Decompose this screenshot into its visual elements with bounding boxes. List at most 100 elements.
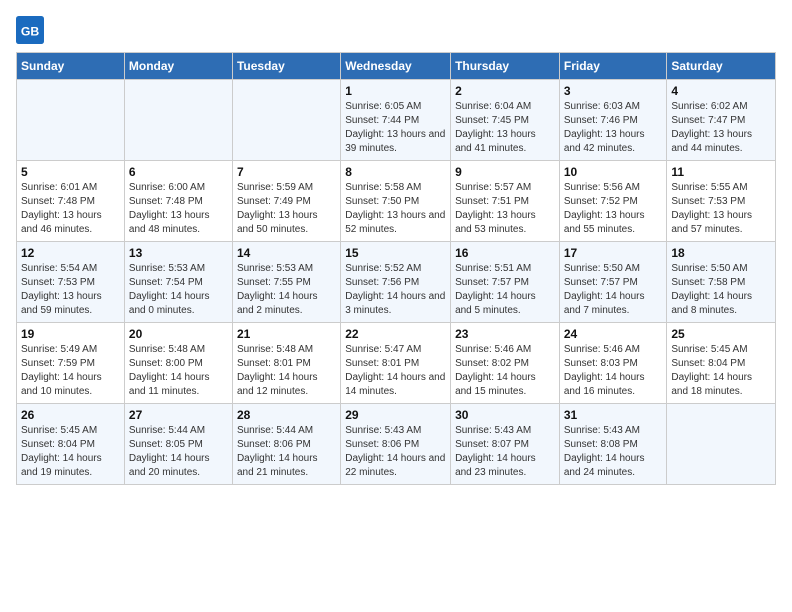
day-number: 20	[129, 327, 228, 341]
day-info: Sunrise: 6:04 AMSunset: 7:45 PMDaylight:…	[455, 100, 555, 156]
day-info: Sunrise: 5:43 AMSunset: 8:07 PMDaylight:…	[455, 424, 555, 480]
day-number: 12	[21, 246, 120, 260]
day-number: 2	[455, 84, 555, 98]
calendar-header: SundayMondayTuesdayWednesdayThursdayFrid…	[17, 53, 776, 80]
day-number: 4	[671, 84, 771, 98]
day-number: 1	[345, 84, 446, 98]
calendar-cell: 31Sunrise: 5:43 AMSunset: 8:08 PMDayligh…	[559, 404, 667, 485]
day-info: Sunrise: 5:59 AMSunset: 7:49 PMDaylight:…	[237, 181, 336, 237]
day-number: 7	[237, 165, 336, 179]
calendar-cell: 25 Sunrise: 5:45 AMSunset: 8:04 PMDayligh…	[667, 323, 776, 404]
day-number: 6	[129, 165, 228, 179]
day-number: 29	[345, 408, 446, 422]
calendar-cell: 29 Sunrise: 5:43 AMSunset: 8:06 PMDayligh…	[341, 404, 451, 485]
calendar-cell: 11 Sunrise: 5:55 AMSunset: 7:53 PMDayligh…	[667, 161, 776, 242]
calendar-cell: 3 Sunrise: 6:03 AMSunset: 7:46 PMDaylight…	[559, 80, 667, 161]
day-info: Sunrise: 5:52 AMSunset: 7:56 PMDaylight:…	[345, 262, 446, 318]
day-info: Sunrise: 6:02 AMSunset: 7:47 PMDaylight:…	[671, 100, 771, 156]
calendar-cell	[667, 404, 776, 485]
day-number: 17	[564, 246, 663, 260]
day-info: Sunrise: 5:55 AMSunset: 7:53 PMDaylight:…	[671, 181, 771, 237]
day-info: Sunrise: 5:48 AMSunset: 8:01 PMDaylight:…	[237, 343, 336, 399]
calendar-cell: 14 Sunrise: 5:53 AMSunset: 7:55 PMDayligh…	[232, 242, 340, 323]
day-info: Sunrise: 5:50 AMSunset: 7:58 PMDaylight:…	[671, 262, 771, 318]
calendar-week-row: 19 Sunrise: 5:49 AMSunset: 7:59 PMDayligh…	[17, 323, 776, 404]
day-info: Sunrise: 6:00 AMSunset: 7:48 PMDaylight:…	[129, 181, 228, 237]
calendar-cell: 30 Sunrise: 5:43 AMSunset: 8:07 PMDayligh…	[451, 404, 560, 485]
weekday-header: Wednesday	[341, 53, 451, 80]
day-info: Sunrise: 5:44 AMSunset: 8:05 PMDaylight:…	[129, 424, 228, 480]
calendar-cell	[17, 80, 125, 161]
calendar-cell	[124, 80, 232, 161]
day-info: Sunrise: 5:57 AMSunset: 7:51 PMDaylight:…	[455, 181, 555, 237]
weekday-header: Thursday	[451, 53, 560, 80]
day-number: 13	[129, 246, 228, 260]
day-number: 16	[455, 246, 555, 260]
calendar-body: 1 Sunrise: 6:05 AMSunset: 7:44 PMDaylight…	[17, 80, 776, 485]
logo: GB	[16, 16, 48, 44]
svg-text:GB: GB	[21, 24, 40, 38]
day-number: 11	[671, 165, 771, 179]
day-info: Sunrise: 6:01 AMSunset: 7:48 PMDaylight:…	[21, 181, 120, 237]
day-info: Sunrise: 5:58 AMSunset: 7:50 PMDaylight:…	[345, 181, 446, 237]
day-info: Sunrise: 5:43 AMSunset: 8:06 PMDaylight:…	[345, 424, 446, 480]
calendar-week-row: 1 Sunrise: 6:05 AMSunset: 7:44 PMDaylight…	[17, 80, 776, 161]
day-info: Sunrise: 5:44 AMSunset: 8:06 PMDaylight:…	[237, 424, 336, 480]
calendar-week-row: 5 Sunrise: 6:01 AMSunset: 7:48 PMDaylight…	[17, 161, 776, 242]
day-number: 23	[455, 327, 555, 341]
calendar-cell: 1 Sunrise: 6:05 AMSunset: 7:44 PMDaylight…	[341, 80, 451, 161]
day-number: 30	[455, 408, 555, 422]
calendar-cell: 15Sunrise: 5:52 AMSunset: 7:56 PMDayligh…	[341, 242, 451, 323]
page-header: GB	[16, 16, 776, 44]
day-number: 9	[455, 165, 555, 179]
day-info: Sunrise: 6:03 AMSunset: 7:46 PMDaylight:…	[564, 100, 663, 156]
calendar-cell: 23Sunrise: 5:46 AMSunset: 8:02 PMDayligh…	[451, 323, 560, 404]
day-number: 22	[345, 327, 446, 341]
calendar-cell: 13 Sunrise: 5:53 AMSunset: 7:54 PMDayligh…	[124, 242, 232, 323]
weekday-row: SundayMondayTuesdayWednesdayThursdayFrid…	[17, 53, 776, 80]
calendar-cell: 24Sunrise: 5:46 AMSunset: 8:03 PMDayligh…	[559, 323, 667, 404]
weekday-header: Saturday	[667, 53, 776, 80]
calendar-cell: 4 Sunrise: 6:02 AMSunset: 7:47 PMDaylight…	[667, 80, 776, 161]
calendar-cell: 17 Sunrise: 5:50 AMSunset: 7:57 PMDayligh…	[559, 242, 667, 323]
weekday-header: Friday	[559, 53, 667, 80]
weekday-header: Monday	[124, 53, 232, 80]
calendar-cell: 19 Sunrise: 5:49 AMSunset: 7:59 PMDayligh…	[17, 323, 125, 404]
day-number: 18	[671, 246, 771, 260]
weekday-header: Tuesday	[232, 53, 340, 80]
calendar-cell: 12 Sunrise: 5:54 AMSunset: 7:53 PMDayligh…	[17, 242, 125, 323]
day-info: Sunrise: 5:45 AMSunset: 8:04 PMDaylight:…	[671, 343, 771, 399]
day-info: Sunrise: 5:56 AMSunset: 7:52 PMDaylight:…	[564, 181, 663, 237]
calendar-cell: 6 Sunrise: 6:00 AMSunset: 7:48 PMDaylight…	[124, 161, 232, 242]
day-number: 27	[129, 408, 228, 422]
day-number: 3	[564, 84, 663, 98]
day-number: 5	[21, 165, 120, 179]
calendar-cell: 16Sunrise: 5:51 AMSunset: 7:57 PMDayligh…	[451, 242, 560, 323]
calendar-week-row: 26Sunrise: 5:45 AMSunset: 8:04 PMDayligh…	[17, 404, 776, 485]
day-number: 14	[237, 246, 336, 260]
calendar-cell: 28 Sunrise: 5:44 AMSunset: 8:06 PMDayligh…	[232, 404, 340, 485]
calendar-cell: 10 Sunrise: 5:56 AMSunset: 7:52 PMDayligh…	[559, 161, 667, 242]
logo-icon: GB	[16, 16, 44, 44]
day-info: Sunrise: 5:53 AMSunset: 7:54 PMDaylight:…	[129, 262, 228, 318]
calendar-cell: 7 Sunrise: 5:59 AMSunset: 7:49 PMDaylight…	[232, 161, 340, 242]
day-number: 24	[564, 327, 663, 341]
calendar-cell: 18 Sunrise: 5:50 AMSunset: 7:58 PMDayligh…	[667, 242, 776, 323]
day-info: Sunrise: 5:50 AMSunset: 7:57 PMDaylight:…	[564, 262, 663, 318]
day-number: 25	[671, 327, 771, 341]
day-info: Sunrise: 6:05 AMSunset: 7:44 PMDaylight:…	[345, 100, 446, 156]
day-info: Sunrise: 5:54 AMSunset: 7:53 PMDaylight:…	[21, 262, 120, 318]
day-number: 31	[564, 408, 663, 422]
day-info: Sunrise: 5:49 AMSunset: 7:59 PMDaylight:…	[21, 343, 120, 399]
weekday-header: Sunday	[17, 53, 125, 80]
day-number: 19	[21, 327, 120, 341]
day-number: 28	[237, 408, 336, 422]
day-number: 10	[564, 165, 663, 179]
calendar-cell: 22Sunrise: 5:47 AMSunset: 8:01 PMDayligh…	[341, 323, 451, 404]
calendar-week-row: 12 Sunrise: 5:54 AMSunset: 7:53 PMDayligh…	[17, 242, 776, 323]
day-info: Sunrise: 5:53 AMSunset: 7:55 PMDaylight:…	[237, 262, 336, 318]
calendar-cell: 5 Sunrise: 6:01 AMSunset: 7:48 PMDaylight…	[17, 161, 125, 242]
calendar-cell: 20Sunrise: 5:48 AMSunset: 8:00 PMDayligh…	[124, 323, 232, 404]
day-info: Sunrise: 5:45 AMSunset: 8:04 PMDaylight:…	[21, 424, 120, 480]
calendar-cell: 21Sunrise: 5:48 AMSunset: 8:01 PMDayligh…	[232, 323, 340, 404]
